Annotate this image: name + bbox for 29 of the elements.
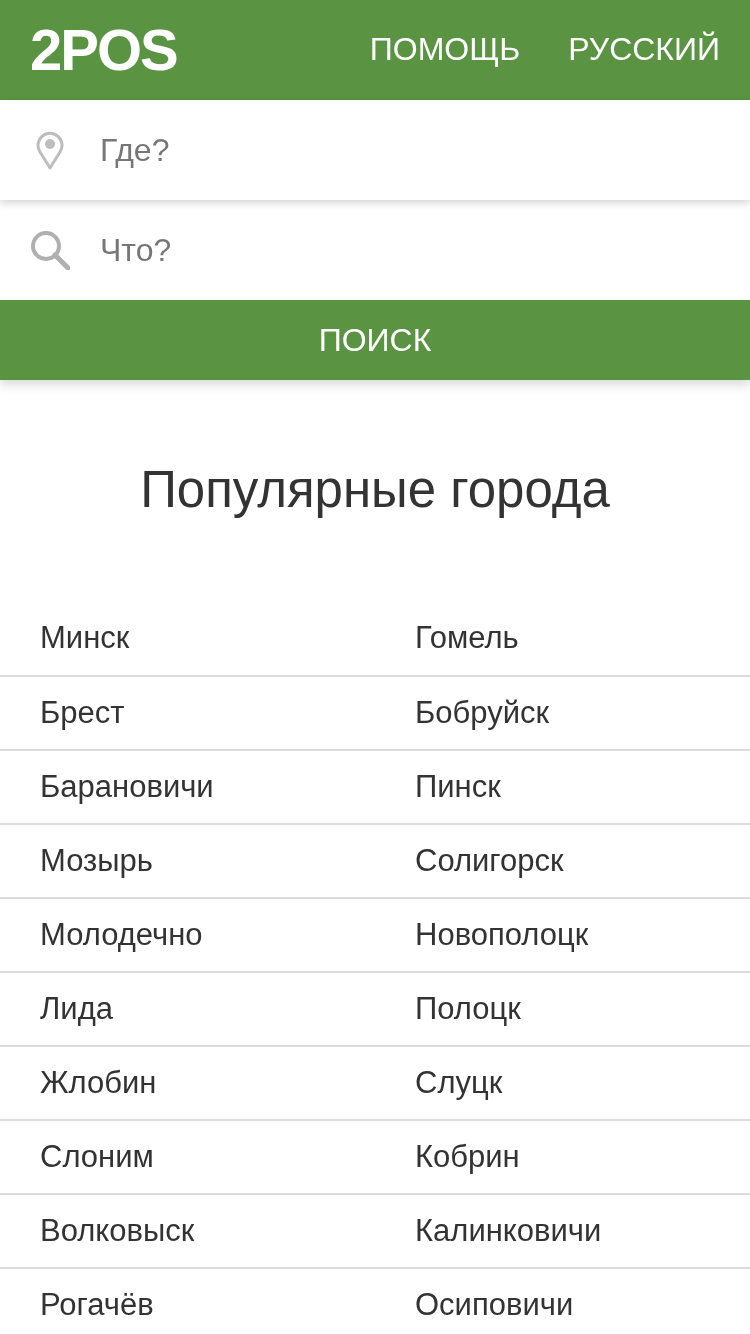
city-link[interactable]: Солигорск — [415, 843, 564, 879]
city-link[interactable]: Новополоцк — [415, 917, 589, 953]
city-link[interactable]: Мозырь — [40, 843, 153, 879]
city-link[interactable]: Рогачёв — [40, 1287, 154, 1323]
nav-link[interactable]: ПОМОЩЬ — [369, 32, 521, 68]
city-link[interactable]: Волковыск — [40, 1213, 195, 1249]
city-link[interactable]: Слуцк — [415, 1065, 503, 1101]
section-title: Популярные города — [139, 460, 611, 520]
city-link[interactable]: Бобруйск — [415, 695, 550, 731]
city-link[interactable]: Полоцк — [415, 991, 521, 1027]
city-link[interactable]: Молодечно — [40, 917, 203, 953]
city-link[interactable]: Осиповичи — [415, 1287, 574, 1323]
city-link[interactable]: Минск — [40, 620, 130, 656]
city-link[interactable]: Лида — [40, 991, 113, 1027]
search-button[interactable]: ПОИСК — [0, 300, 750, 380]
search-icon — [30, 230, 70, 270]
logo[interactable]: 2POS — [30, 21, 177, 79]
nav-link[interactable]: РУССКИЙ — [568, 32, 720, 68]
location-pin-icon — [35, 130, 65, 170]
city-link[interactable]: Слоним — [40, 1139, 154, 1175]
location-field[interactable]: Где? — [100, 100, 750, 200]
city-link[interactable]: Жлобин — [40, 1065, 157, 1101]
city-link[interactable]: Пинск — [415, 769, 501, 805]
city-link[interactable]: Калинковичи — [415, 1213, 602, 1249]
city-link[interactable]: Барановичи — [40, 769, 214, 805]
city-link[interactable]: Гомель — [415, 620, 519, 656]
city-link[interactable]: Брест — [40, 695, 125, 731]
city-link[interactable]: Кобрин — [415, 1139, 520, 1175]
query-field[interactable]: Что? — [100, 200, 750, 300]
